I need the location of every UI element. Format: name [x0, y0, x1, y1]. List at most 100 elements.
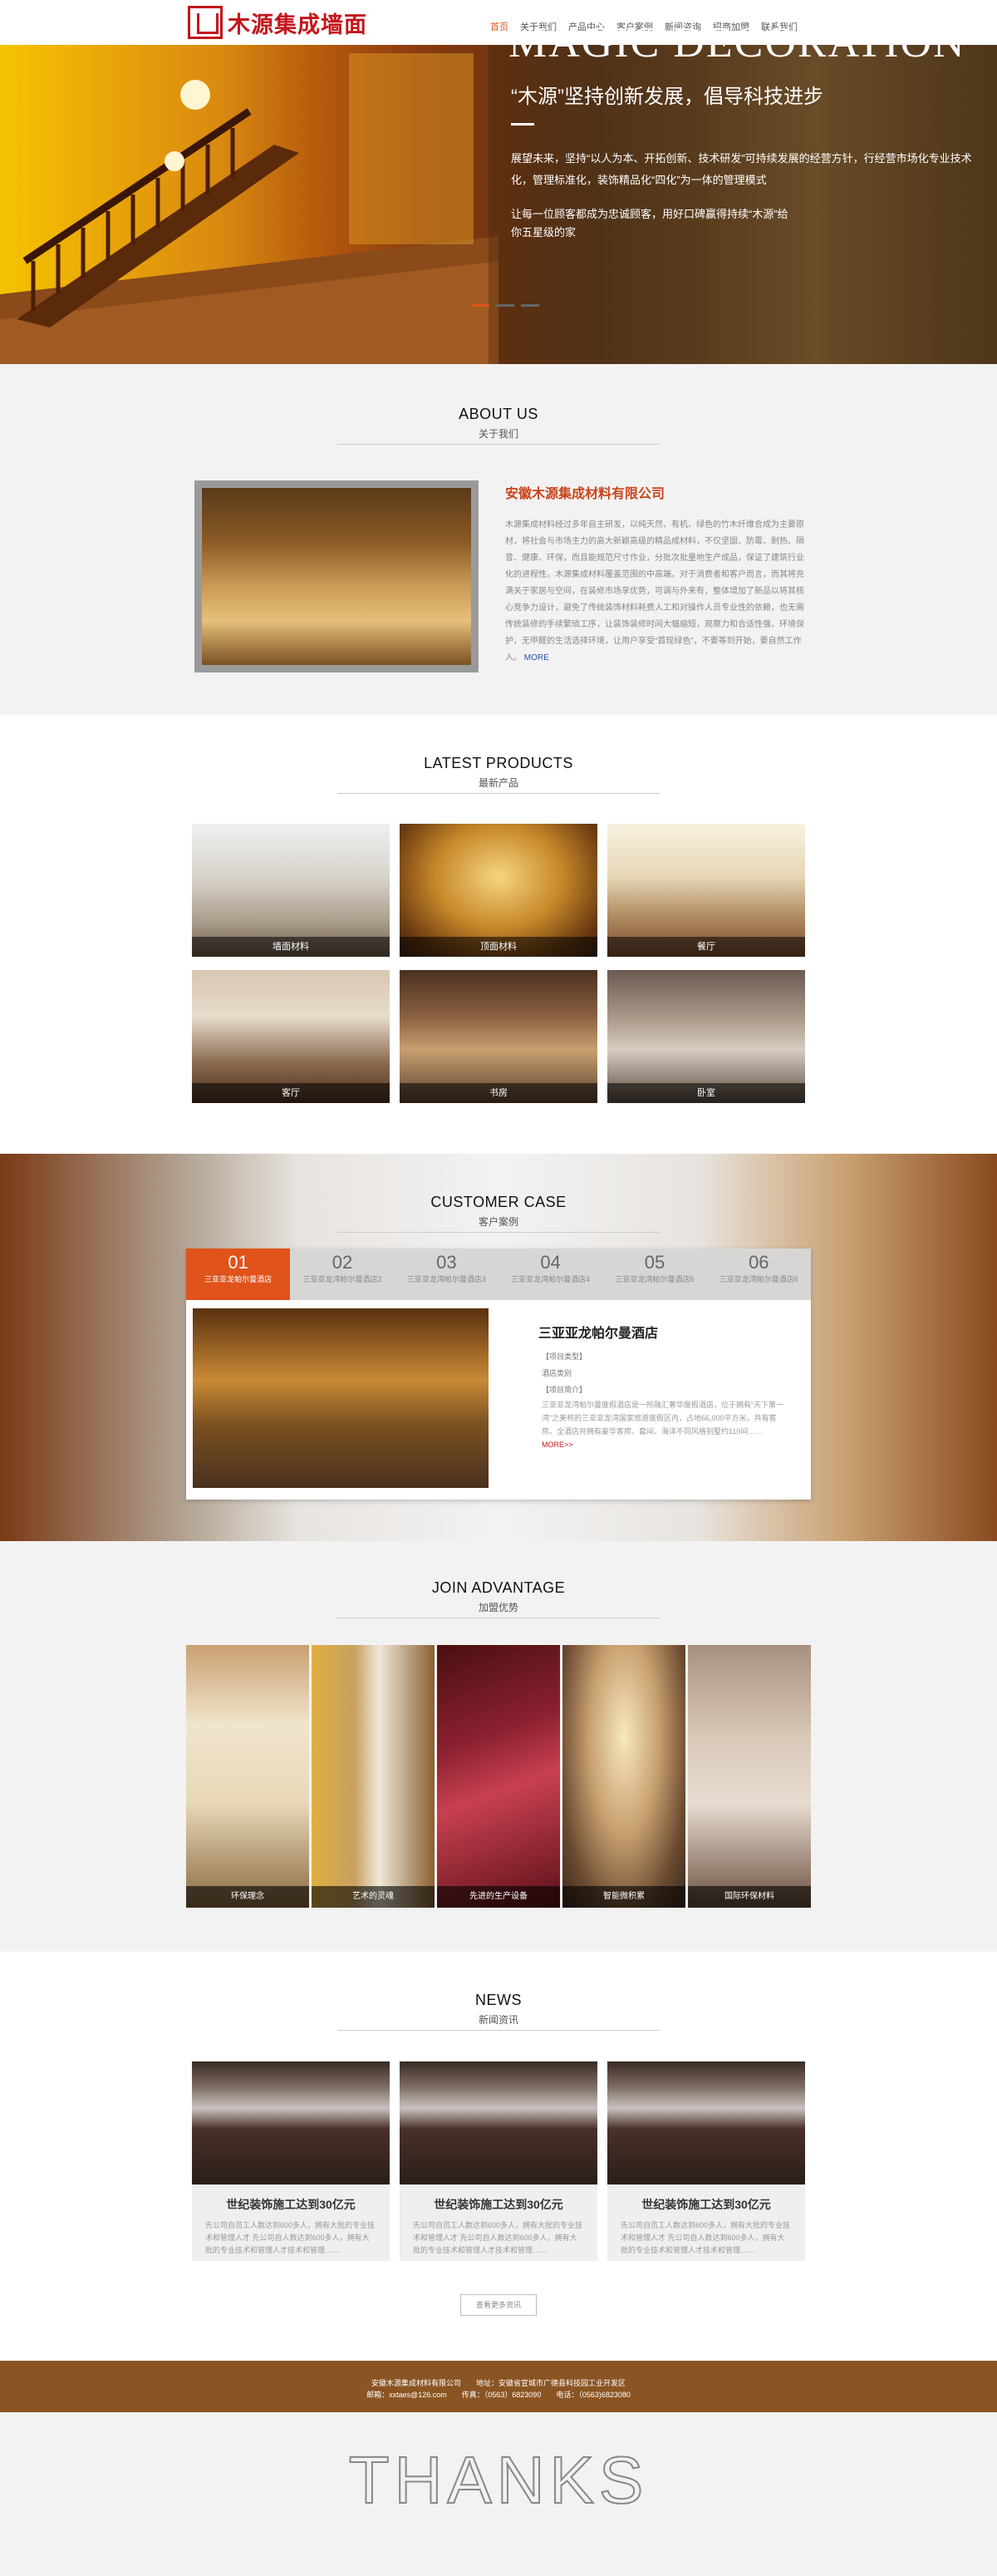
logo-mark-icon — [188, 6, 223, 39]
news-image — [400, 2061, 597, 2184]
join-label: 艺术的灵魂 — [312, 1886, 435, 1908]
join-label: 环保理念 — [186, 1886, 309, 1908]
products-title-en: LATEST PRODUCTS — [424, 755, 573, 771]
banner-dot-1[interactable] — [471, 304, 489, 307]
case-tab-number: 03 — [436, 1252, 457, 1273]
case-tab-label: 三亚亚龙湾帕尔曼酒店6 — [719, 1275, 798, 1283]
case-title-cn: 客户案例 — [478, 1216, 518, 1228]
heading-divider — [337, 793, 660, 794]
case-tab-number: 02 — [332, 1252, 353, 1273]
news-title-en: NEWS — [475, 1992, 522, 2008]
join-label: 先进的生产设备 — [437, 1886, 560, 1908]
nav-item-home[interactable]: 首页 — [490, 20, 508, 33]
news-image — [192, 2061, 390, 2184]
case-image — [193, 1308, 489, 1488]
case-title: 三亚亚龙帕尔曼酒店 — [538, 1327, 659, 1341]
case-tab-label: 三亚亚龙湾帕尔曼酒店4 — [511, 1275, 591, 1283]
product-card[interactable]: 书房 — [400, 970, 597, 1103]
case-meta-type-value: 酒店类别 — [542, 1369, 572, 1377]
news-excerpt: 先公司自员工人数达到600多人，拥有大批的专业技术和管理人才 先公司自人数达到6… — [205, 2221, 376, 2254]
product-label: 顶面材料 — [400, 937, 597, 957]
footer-contact: 邮箱：xxtaes@126.com 传真：（0563）6823090 电话：（0… — [366, 2391, 631, 2399]
product-card[interactable]: 卧室 — [607, 970, 805, 1103]
footer-address: 安徽木源集成材料有限公司 地址：安徽省宣城市广德县科技园工业开发区 — [371, 2379, 626, 2387]
news-more-button[interactable]: 查看更多资讯 — [460, 2294, 537, 2316]
news-image — [607, 2061, 805, 2184]
news-card[interactable]: 世纪装饰施工达到30亿元 先公司自员工人数达到600多人，拥有大批的专业技术和管… — [607, 2061, 805, 2261]
site-logo[interactable]: 木源集成墙面 — [188, 3, 367, 42]
case-tab-5[interactable]: 05 三亚亚龙湾帕尔曼酒店5 — [602, 1249, 706, 1300]
join-label: 国际环保材料 — [688, 1886, 811, 1908]
case-tab-number: 01 — [228, 1252, 248, 1273]
news-title-cn: 新闻资讯 — [478, 2014, 518, 2026]
news-title: 世纪装饰施工达到30亿元 — [641, 2198, 771, 2211]
about-description: 木源集成材料经过多年自主研发，以纯天然、有机、绿色的竹木纤维合成为主要原材，将社… — [505, 517, 804, 667]
join-heading: JOIN ADVANTAGE 加盟优势 — [0, 1579, 997, 1618]
product-label: 餐厅 — [607, 937, 805, 957]
product-card[interactable]: 客厅 — [192, 970, 390, 1103]
about-more-link[interactable]: MORE — [524, 653, 549, 662]
case-tabs: 01 三亚亚龙帕尔曼酒店 02 三亚亚龙湾帕尔曼酒店2 03 三亚亚龙湾帕尔曼酒店3 … — [186, 1249, 811, 1300]
case-tab-3[interactable]: 03 三亚亚龙湾帕尔曼酒店3 — [395, 1249, 498, 1300]
product-card[interactable]: 墙面材料 — [192, 824, 390, 957]
thanks-text: THANKS — [348, 2442, 649, 2518]
case-tab-number: 05 — [644, 1252, 665, 1273]
news-title: 世纪装饰施工达到30亿元 — [434, 2198, 563, 2211]
about-heading: ABOUT US 关于我们 — [0, 406, 997, 445]
case-tab-label: 三亚亚龙帕尔曼酒店 — [204, 1275, 273, 1283]
news-excerpt: 先公司自员工人数达到600多人，拥有大批的专业技术和管理人才 先公司自人数达到6… — [621, 2221, 791, 2254]
about-title-en: ABOUT US — [459, 406, 538, 422]
join-label: 智能微积累 — [562, 1886, 685, 1908]
join-card[interactable]: 智能微积累 — [562, 1645, 685, 1908]
join-title-cn: 加盟优势 — [478, 1602, 518, 1613]
banner-dot-3[interactable] — [521, 304, 539, 307]
join-card[interactable]: 先进的生产设备 — [437, 1645, 560, 1908]
banner-pagination — [471, 304, 539, 307]
products-title-cn: 最新产品 — [478, 777, 518, 789]
banner-title: MAGIC DECORATION — [508, 19, 966, 66]
hero-banner — [0, 45, 997, 364]
case-tab-number: 06 — [749, 1252, 769, 1273]
banner-slogan: “木源”坚持创新发展，倡导科技进步 — [511, 86, 823, 108]
banner-dot-2[interactable] — [496, 304, 514, 307]
about-company-name: 安徽木源集成材料有限公司 — [505, 487, 665, 501]
case-meta-type-label: 【项目类型】 — [542, 1352, 587, 1361]
case-tab-4[interactable]: 04 三亚亚龙湾帕尔曼酒店4 — [498, 1249, 602, 1300]
about-title-cn: 关于我们 — [478, 428, 518, 440]
case-title-en: CUSTOMER CASE — [430, 1194, 567, 1210]
case-description: 三亚亚龙湾帕尔曼度假酒店是一所融汇奢华度假酒店，位于拥有“天下第一湾”之美称的三… — [542, 1398, 791, 1451]
case-tab-label: 三亚亚龙湾帕尔曼酒店5 — [615, 1275, 695, 1283]
banner-paragraph-2: 让每一位顾客都成为忠诚顾客，用好口碑赢得持续“木源”给你五星级的家 — [511, 208, 788, 239]
about-text: 木源集成材料经过多年自主研发，以纯天然、有机、绿色的竹木纤维合成为主要原材，将社… — [505, 520, 804, 662]
product-label: 卧室 — [607, 1083, 805, 1103]
news-heading: NEWS 新闻资讯 — [0, 1992, 997, 2031]
case-tab-2[interactable]: 02 三亚亚龙湾帕尔曼酒店2 — [290, 1249, 394, 1300]
products-heading: LATEST PRODUCTS 最新产品 — [0, 755, 997, 794]
join-card[interactable]: 国际环保材料 — [688, 1645, 811, 1908]
join-title-en: JOIN ADVANTAGE — [431, 1579, 566, 1596]
case-meta: 【项目类型】 酒店类别 【项目简介】 — [542, 1348, 587, 1398]
product-card[interactable]: 顶面材料 — [400, 824, 597, 957]
heading-divider — [337, 2030, 660, 2031]
news-card[interactable]: 世纪装饰施工达到30亿元 先公司自员工人数达到600多人，拥有大批的专业技术和管… — [192, 2061, 390, 2261]
product-card[interactable]: 餐厅 — [607, 824, 805, 957]
case-tab-6[interactable]: 06 三亚亚龙湾帕尔曼酒店6 — [707, 1249, 811, 1300]
case-more-link[interactable]: MORE>> — [542, 1441, 573, 1449]
case-tab-number: 04 — [540, 1252, 561, 1273]
banner-divider — [511, 123, 534, 126]
product-label: 墙面材料 — [192, 937, 390, 957]
join-card[interactable]: 环保理念 — [186, 1645, 309, 1908]
case-desc-text: 三亚亚龙湾帕尔曼度假酒店是一所融汇奢华度假酒店，位于拥有“天下第一湾”之美称的三… — [542, 1401, 783, 1436]
heading-divider — [337, 444, 660, 445]
news-title: 世纪装饰施工达到30亿元 — [226, 2198, 356, 2211]
case-tab-1[interactable]: 01 三亚亚龙帕尔曼酒店 — [186, 1249, 291, 1300]
about-image — [194, 480, 479, 672]
join-card[interactable]: 艺术的灵魂 — [312, 1645, 435, 1908]
logo-text: 木源集成墙面 — [228, 12, 367, 37]
case-tab-label: 三亚亚龙湾帕尔曼酒店3 — [406, 1275, 486, 1283]
product-label: 书房 — [400, 1083, 597, 1103]
case-heading: CUSTOMER CASE 客户案例 — [0, 1194, 997, 1233]
case-tab-label: 三亚亚龙湾帕尔曼酒店2 — [302, 1275, 382, 1283]
news-card[interactable]: 世纪装饰施工达到30亿元 先公司自员工人数达到600多人，拥有大批的专业技术和管… — [400, 2061, 597, 2261]
banner-paragraph-1: 展望未来，坚持“以人为本、开拓创新、技术研发”可持续发展的经营方针，行经营市场化… — [511, 152, 972, 186]
